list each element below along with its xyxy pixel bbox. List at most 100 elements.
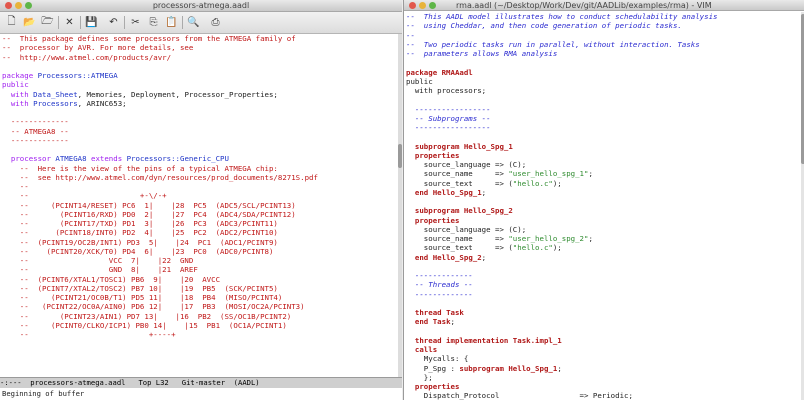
emacs-code-line[interactable]: ------------- (0, 117, 398, 126)
emacs-code-line[interactable]: -- (PCINT18/INT0) PD2 4| |25 PC2 (ADC2/P… (0, 228, 398, 237)
emacs-code-line[interactable] (0, 108, 398, 117)
vim-code-line[interactable]: source_text => ("hello.c"); (404, 243, 801, 252)
open-folder-icon[interactable]: 📂 (22, 15, 37, 30)
vim-code-line[interactable]: -- Subprograms -- (404, 114, 801, 123)
emacs-code-line[interactable]: -- (PCINT22/OC0A/AIN0) PD6 12| |17 PB3 (… (0, 302, 398, 311)
copy-icon[interactable]: ⎘ (146, 15, 161, 30)
close-icon[interactable]: ✕ (62, 15, 77, 30)
emacs-code-line[interactable]: with Processors, ARINC653; (0, 99, 398, 108)
vim-code-line[interactable] (404, 58, 801, 67)
vim-code-line[interactable]: properties (404, 382, 801, 391)
vim-code-line[interactable]: }; (404, 373, 801, 382)
open-dir-icon[interactable]: 🗁 (40, 15, 55, 30)
vim-code-line[interactable]: Mycalls: { (404, 354, 801, 363)
emacs-code-line[interactable]: processor ATMEGA8 extends Processors::Ge… (0, 154, 398, 163)
emacs-code-line[interactable]: with Data_Sheet, Memories, Deployment, P… (0, 90, 398, 99)
minimize-window-icon[interactable] (419, 2, 426, 9)
emacs-code-line[interactable]: -- (PCINT0/CLKO/ICP1) PB0 14| |15 PB1 (O… (0, 321, 398, 330)
vim-code-line[interactable]: Dispatch_Protocol => Periodic; (404, 391, 801, 400)
vim-code-line[interactable]: end Hello_Spg_2; (404, 253, 801, 262)
vim-code-line[interactable]: subprogram Hello_Spg_1 (404, 142, 801, 151)
vim-titlebar[interactable]: rma.aadl (~/Desktop/Work/Dev/git/AADLib/… (404, 0, 804, 11)
emacs-code-line[interactable]: -- (0, 182, 398, 191)
vim-code-line[interactable]: -- Threads -- (404, 280, 801, 289)
vim-code-line[interactable]: ------------- (404, 290, 801, 299)
save-icon[interactable]: 💾 (84, 15, 99, 30)
emacs-code-line[interactable]: -- +-\/-+ (0, 191, 398, 200)
vim-code-line[interactable]: -- Two periodic tasks run in parallel, w… (404, 40, 801, 49)
vim-code-line[interactable]: end Task; (404, 317, 801, 326)
emacs-code-line[interactable]: -- (PCINT14/RESET) PC6 1| |28 PC5 (ADC5/… (0, 201, 398, 210)
vim-code-line[interactable]: ----------------- (404, 105, 801, 114)
emacs-code-line[interactable]: -- (PCINT7/XTAL2/TOSC2) PB7 10| |19 PB5 … (0, 284, 398, 293)
emacs-code-line[interactable] (0, 145, 398, 154)
search-icon[interactable]: 🔍 (186, 15, 201, 30)
vim-code-line[interactable]: ------------- (404, 271, 801, 280)
vim-window[interactable]: rma.aadl (~/Desktop/Work/Dev/git/AADLib/… (403, 0, 804, 400)
vim-code-line[interactable]: ----------------- (404, 123, 801, 132)
emacs-code-line[interactable]: -- +----+ (0, 330, 398, 339)
emacs-code-line[interactable]: -- (PCINT21/OC0B/T1) PD5 11| |18 PB4 (MI… (0, 293, 398, 302)
emacs-code-line[interactable]: -- (PCINT19/OC2B/INT1) PD3 5| |24 PC1 (A… (0, 238, 398, 247)
vim-code-line[interactable] (404, 299, 801, 308)
emacs-code-line[interactable] (0, 62, 398, 71)
emacs-code-line[interactable]: public (0, 80, 398, 89)
undo-icon[interactable]: ↶ (106, 15, 121, 30)
emacs-scrollbar-thumb[interactable] (398, 144, 402, 168)
emacs-code-line[interactable]: -- (PCINT23/AIN1) PD7 13| |16 PB2 (SS/OC… (0, 312, 398, 321)
emacs-code-line[interactable]: -- (PCINT20/XCK/T0) PD4 6| |23 PC0 (ADC0… (0, 247, 398, 256)
emacs-code-line[interactable]: ------------- (0, 136, 398, 145)
vim-code-line[interactable] (404, 95, 801, 104)
paste-icon[interactable]: 📋 (164, 15, 179, 30)
emacs-scrollbar[interactable] (398, 34, 402, 377)
emacs-code-line[interactable]: -- (PCINT16/RXD) PD0 2| |27 PC4 (ADC4/SD… (0, 210, 398, 219)
emacs-code-line[interactable]: -- Here is the view of the pins of a typ… (0, 164, 398, 173)
emacs-code-line[interactable]: -- see http://www.atmel.com/dyn/resource… (0, 173, 398, 182)
emacs-code-line[interactable]: -- processor by AVR. For more details, s… (0, 43, 398, 52)
vim-code-line[interactable]: end Hello_Spg_1; (404, 188, 801, 197)
vim-code-line[interactable]: -- parameters allows RMA analysis (404, 49, 801, 58)
vim-code-line[interactable]: source_language => (C); (404, 160, 801, 169)
emacs-window[interactable]: processors-atmega.aadl 🗋 📂 🗁 ✕ 💾 ↶ ✂ ⎘ 📋 🔍 ⎙ -- Th… (0, 0, 402, 400)
vim-code-line[interactable]: -- This AADL model illustrates how to co… (404, 12, 801, 21)
vim-code-line[interactable]: package RMAAadl (404, 68, 801, 77)
vim-code-line[interactable] (404, 132, 801, 141)
emacs-titlebar[interactable]: processors-atmega.aadl (0, 0, 402, 12)
vim-code-line[interactable]: thread Task (404, 308, 801, 317)
cut-icon[interactable]: ✂ (128, 15, 143, 30)
new-file-icon[interactable]: 🗋 (4, 15, 19, 30)
vim-code-line[interactable]: P_Spg : subprogram Hello_Spg_1; (404, 364, 801, 373)
emacs-code-line[interactable]: -- This package defines some processors … (0, 34, 398, 43)
close-window-icon[interactable] (5, 2, 12, 9)
vim-code-line[interactable]: source_name => "user_hello_spg_2"; (404, 234, 801, 243)
vim-code-line[interactable]: properties (404, 216, 801, 225)
emacs-code-line[interactable]: -- VCC 7| |22 GND (0, 256, 398, 265)
emacs-code-line[interactable]: -- GND 8| |21 AREF (0, 265, 398, 274)
vim-code-line[interactable]: source_language => (C); (404, 225, 801, 234)
vim-code-line[interactable]: thread implementation Task.impl_1 (404, 336, 801, 345)
emacs-minibuffer[interactable]: Beginning of buffer (0, 388, 402, 400)
vim-code-line[interactable]: subprogram Hello_Spg_2 (404, 206, 801, 215)
vim-code-line[interactable] (404, 327, 801, 336)
vim-code-line[interactable]: -- (404, 31, 801, 40)
emacs-editor[interactable]: -- This package defines some processors … (0, 34, 398, 377)
zoom-window-icon[interactable] (25, 2, 32, 9)
zoom-window-icon[interactable] (429, 2, 436, 9)
vim-code-line[interactable] (404, 262, 801, 271)
vim-code-line[interactable]: source_text => ("hello.c"); (404, 179, 801, 188)
vim-code-line[interactable]: properties (404, 151, 801, 160)
vim-code-line[interactable]: public (404, 77, 801, 86)
emacs-code-line[interactable]: -- (PCINT6/XTAL1/TOSC1) PB6 9| |20 AVCC (0, 275, 398, 284)
vim-code-line[interactable]: source_name => "user_hello_spg_1"; (404, 169, 801, 178)
vim-code-line[interactable]: calls (404, 345, 801, 354)
vim-code-line[interactable] (404, 197, 801, 206)
close-window-icon[interactable] (409, 2, 416, 9)
vim-editor[interactable]: -- This AADL model illustrates how to co… (404, 12, 801, 400)
emacs-code-line[interactable]: -- (PCINT17/TXD) PD1 3| |26 PC3 (ADC3/PC… (0, 219, 398, 228)
emacs-code-line[interactable]: package Processors::ATMEGA (0, 71, 398, 80)
vim-code-line[interactable]: -- using Cheddar, and then code generati… (404, 21, 801, 30)
vim-code-line[interactable]: with processors; (404, 86, 801, 95)
print-icon[interactable]: ⎙ (208, 15, 223, 30)
emacs-code-line[interactable]: -- ATMEGA8 -- (0, 127, 398, 136)
minimize-window-icon[interactable] (15, 2, 22, 9)
